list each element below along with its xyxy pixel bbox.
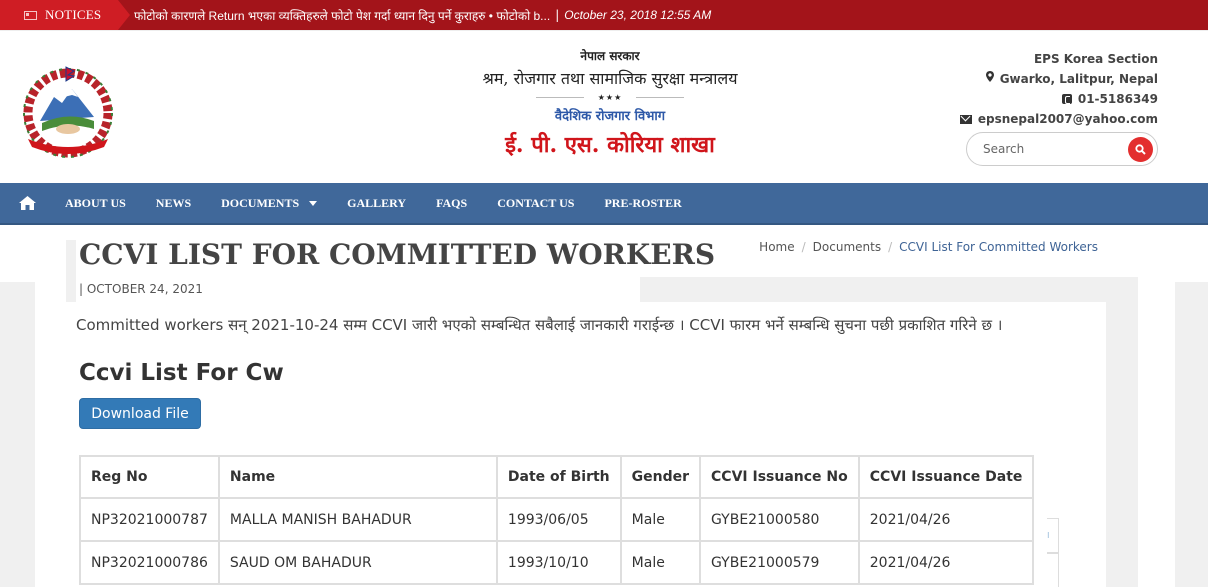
breadcrumb: Home / Documents / CCVI List For Committed W…: [759, 240, 1098, 254]
column-header-name: Name: [217, 455, 498, 499]
table-row: NP32021000786 SAUD OM BAHADUR 1993/10/10…: [79, 540, 1035, 585]
phone-square-icon: [1061, 94, 1072, 104]
column-header-ccvi-issuance-date: CCVI Issuance Date: [857, 455, 1035, 499]
contact-email: epsnepal2007@yahoo.com: [959, 109, 1158, 129]
government-name: नेपाल सरकार: [580, 49, 640, 63]
notices-label: NOTICES: [0, 0, 130, 30]
download-file-button[interactable]: Download File: [79, 398, 201, 429]
contact-phone: 01-5186349: [960, 89, 1158, 109]
nav-gallery-label: GALLERY: [347, 195, 407, 210]
divider-line: [535, 97, 584, 98]
cell-ccvi-issuance-date: 2021/04/26: [857, 497, 1035, 542]
widget-marker-icon: ⁝: [1047, 531, 1050, 540]
header-titles: नेपाल सरकार श्रम, रोजगार तथा सामाजिक सुर…: [400, 47, 820, 159]
nav-faqs[interactable]: FAQS: [436, 196, 467, 211]
nav-contact-us-label: CONTACT US: [497, 195, 575, 210]
email-link[interactable]: epsnepal2007@yahoo.com: [978, 109, 1158, 129]
cell-gender: Male: [619, 497, 702, 542]
nav-news-label: NEWS: [155, 195, 192, 210]
search-icon: [1135, 144, 1146, 155]
column-header-reg-no: Reg No: [79, 455, 220, 499]
nav-pre-roster[interactable]: PRE-ROSTER: [604, 196, 681, 211]
ccvi-table: Reg No Name Date of Birth Gender CCVI Is…: [79, 455, 1035, 585]
side-widget-fragment: ⁝: [1047, 518, 1059, 587]
column-header-ccvi-issuance-no: CCVI Issuance No: [699, 455, 860, 499]
cell-reg-no: NP32021000787: [79, 497, 220, 542]
nepal-government-emblem[interactable]: [20, 63, 116, 159]
nav-contact-us[interactable]: CONTACT US: [497, 196, 574, 211]
cell-date-of-birth: 1993/06/05: [495, 497, 622, 542]
nav-news[interactable]: NEWS: [156, 196, 191, 211]
contact-info: EPS Korea Section Gwarko, Lalitpur, Nepa…: [959, 49, 1158, 129]
column-header-gender: Gender: [619, 455, 702, 499]
breadcrumb-home[interactable]: Home: [759, 240, 794, 254]
nav-faqs-label: FAQS: [436, 195, 468, 210]
breadcrumb-documents[interactable]: Documents: [813, 240, 881, 254]
branch-name: ई. पी. एस. कोरिया शाखा: [505, 132, 715, 158]
nav-documents[interactable]: DOCUMENTS: [221, 195, 318, 211]
background-panel: [66, 240, 76, 302]
notice-bar: NOTICES फोटोको कारणले Return भएका व्यक्त…: [0, 0, 1208, 30]
column-header-date-of-birth: Date of Birth: [495, 455, 622, 499]
notice-date: October 23, 2018 12:55 AM: [564, 8, 712, 22]
cell-name: SAUD OM BAHADUR: [217, 540, 498, 585]
divider-line: [636, 97, 685, 98]
ministry-name: श्रम, रोजगार तथा सामाजिक सुरक्षा मन्त्रा…: [482, 69, 738, 88]
table-row: NP32021000787 MALLA MANISH BAHADUR 1993/…: [79, 497, 1035, 542]
contact-section: EPS Korea Section: [960, 49, 1158, 69]
nav-about-us[interactable]: ABOUT US: [65, 196, 126, 211]
background-panel: [1106, 277, 1138, 587]
nav-documents-label: DOCUMENTS: [221, 195, 300, 210]
breadcrumb-separator: /: [801, 240, 806, 254]
phone-text: 01-5186349: [1077, 92, 1158, 106]
newspaper-icon: [24, 10, 37, 20]
search-input[interactable]: [983, 142, 1113, 156]
department-name: वैदेशिक रोजगार विभाग: [554, 109, 666, 124]
site-header: नेपाल सरकार श्रम, रोजगार तथा सामाजिक सुर…: [0, 30, 1208, 183]
cell-ccvi-issuance-no: GYBE21000580: [699, 497, 860, 542]
cell-gender: Male: [619, 540, 702, 585]
document-title: Ccvi List For Cw: [79, 360, 284, 386]
post-date: | OCTOBER 24, 2021: [79, 282, 203, 296]
header-divider: ★★★: [400, 93, 820, 102]
notice-separator: |: [555, 8, 560, 22]
cell-reg-no: NP32021000786: [79, 540, 220, 585]
cell-ccvi-issuance-no: GYBE21000579: [699, 540, 860, 585]
contact-address: Gwarko, Lalitpur, Nepal: [960, 69, 1158, 89]
envelope-icon: [959, 114, 972, 124]
widget-border: [1047, 518, 1059, 519]
nav-pre-roster-label: PRE-ROSTER: [604, 195, 682, 210]
cell-date-of-birth: 1993/10/10: [495, 540, 622, 585]
intro-text: Committed workers सन् 2021-10-24 सम्म CC…: [76, 316, 1003, 334]
search-button[interactable]: [1128, 137, 1153, 162]
background-panel: [0, 282, 35, 587]
notice-ticker-link[interactable]: फोटोको कारणले Return भएका व्यक्तिहरुले फ…: [134, 7, 550, 24]
page-title: CCVI LIST FOR COMMITTED WORKERS: [79, 238, 716, 271]
home-icon: [18, 196, 36, 210]
divider-stars: ★★★: [597, 93, 623, 102]
breadcrumb-current: CCVI List For Committed Workers: [899, 240, 1098, 254]
nav-about-us-label: ABOUT US: [65, 195, 126, 210]
breadcrumb-separator: /: [888, 240, 893, 254]
section-name: EPS Korea Section: [1033, 52, 1158, 66]
main-nav: ABOUT US NEWS DOCUMENTS GALLERY FAQS CON…: [0, 183, 1208, 225]
search-box: [966, 132, 1158, 166]
cell-ccvi-issuance-date: 2021/04/26: [857, 540, 1035, 585]
notices-label-text: NOTICES: [45, 7, 102, 22]
nav-gallery[interactable]: GALLERY: [347, 196, 406, 211]
map-marker-icon: [985, 69, 994, 89]
address-text: Gwarko, Lalitpur, Nepal: [999, 72, 1158, 86]
background-panel: [1175, 282, 1208, 587]
table-header-row: Reg No Name Date of Birth Gender CCVI Is…: [79, 455, 1035, 499]
nav-home[interactable]: [18, 194, 36, 212]
background-panel: [640, 277, 1138, 302]
widget-border: [1047, 552, 1059, 554]
cell-name: MALLA MANISH BAHADUR: [217, 497, 498, 542]
caret-down-icon: [309, 200, 318, 206]
